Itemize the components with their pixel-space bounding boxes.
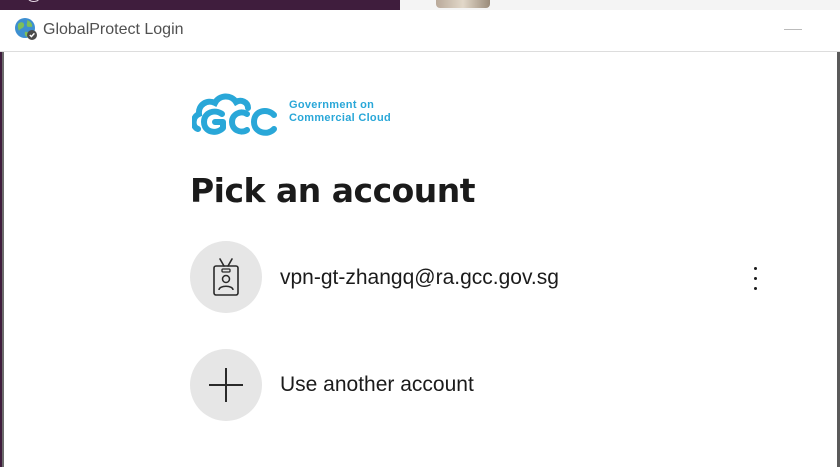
use-another-account-tile[interactable]: Use another account [190,349,780,425]
gcc-logo-mark [190,93,277,136]
logo-line-1: Government on [289,99,375,111]
more-options-button[interactable] [740,259,772,299]
logo-line-2: Commercial Cloud [289,112,391,124]
use-another-account-label: Use another account [280,373,474,396]
more-options-dot [754,277,757,280]
mentions-icon: @ [26,0,42,4]
page-title: Pick an account [190,171,476,210]
plus-icon [209,368,243,402]
globe-icon [15,18,37,40]
badge-icon [213,258,239,296]
login-dialog: GlobalProtect Login Government on Commer… [0,10,840,467]
more-options-dot [754,287,757,290]
account-tile[interactable]: vpn-gt-zhangq@ra.gcc.gov.sg [190,241,780,317]
account-email: vpn-gt-zhangq@ra.gcc.gov.sg [280,266,559,289]
gcc-logo: Government on Commercial Cloud [190,87,422,143]
minimize-button[interactable] [770,10,816,52]
avatar [190,241,262,313]
background-avatar [436,0,490,8]
add-account-circle [190,349,262,421]
title-bar[interactable]: GlobalProtect Login [0,10,840,52]
more-options-dot [754,267,757,270]
background-app-left: @ [0,0,400,10]
login-content: Government on Commercial Cloud Pick an a… [4,53,837,467]
gcc-logo-text: Government on Commercial Cloud [289,99,391,125]
window-title: GlobalProtect Login [43,21,184,38]
background-app: @ [0,0,840,10]
background-app-right [400,0,840,10]
